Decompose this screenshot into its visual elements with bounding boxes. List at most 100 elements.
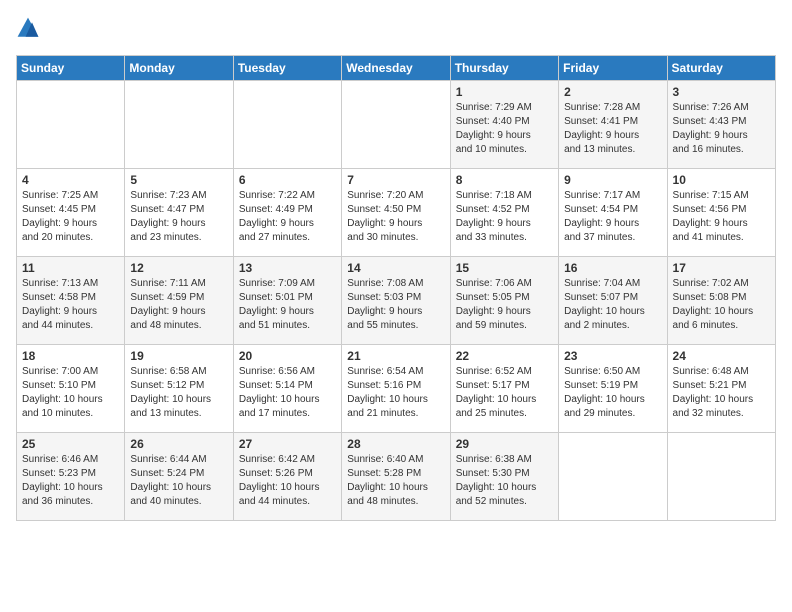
- day-number: 1: [456, 85, 553, 99]
- day-number: 18: [22, 349, 119, 363]
- calendar-cell: 19 Sunrise: 6:58 AM Sunset: 5:12 PM Dayli…: [125, 345, 233, 433]
- day-number: 9: [564, 173, 661, 187]
- day-number: 17: [673, 261, 770, 275]
- calendar-cell: 27 Sunrise: 6:42 AM Sunset: 5:26 PM Dayli…: [233, 433, 341, 521]
- calendar-cell: 26Sunrise: 6:44 AM Sunset: 5:24 PM Dayli…: [125, 433, 233, 521]
- day-info: Sunrise: 7:25 AM Sunset: 4:45 PM Dayligh…: [22, 189, 119, 245]
- day-info: Sunrise: 7:09 AM Sunset: 5:01 PM Dayligh…: [239, 277, 336, 333]
- week-row-5: 25 Sunrise: 6:46 AM Sunset: 5:23 PM Dayli…: [17, 433, 776, 521]
- day-number: 19: [130, 349, 227, 363]
- day-info: Sunrise: 6:54 AM Sunset: 5:16 PM Dayligh…: [347, 365, 444, 421]
- day-info: Sunrise: 7:08 AM Sunset: 5:03 PM Dayligh…: [347, 277, 444, 333]
- day-info: Sunrise: 7:13 AM Sunset: 4:58 PM Dayligh…: [22, 277, 119, 333]
- day-info: Sunrise: 6:42 AM Sunset: 5:26 PM Dayligh…: [239, 453, 336, 509]
- day-info: Sunrise: 7:17 AM Sunset: 4:54 PM Dayligh…: [564, 189, 661, 245]
- day-number: 3: [673, 85, 770, 99]
- day-info: Sunrise: 7:15 AM Sunset: 4:56 PM Dayligh…: [673, 189, 770, 245]
- calendar-cell: [17, 81, 125, 169]
- calendar-cell: 16 Sunrise: 7:04 AM Sunset: 5:07 PM Dayli…: [559, 257, 667, 345]
- calendar-cell: 6Sunrise: 7:22 AM Sunset: 4:49 PM Daylig…: [233, 169, 341, 257]
- day-number: 24: [673, 349, 770, 363]
- day-header-wednesday: Wednesday: [342, 56, 450, 81]
- day-number: 4: [22, 173, 119, 187]
- calendar-cell: [667, 433, 775, 521]
- week-row-3: 11 Sunrise: 7:13 AM Sunset: 4:58 PM Dayli…: [17, 257, 776, 345]
- day-number: 8: [456, 173, 553, 187]
- day-info: Sunrise: 7:29 AM Sunset: 4:40 PM Dayligh…: [456, 101, 553, 157]
- day-number: 13: [239, 261, 336, 275]
- day-number: 12: [130, 261, 227, 275]
- day-info: Sunrise: 7:22 AM Sunset: 4:49 PM Dayligh…: [239, 189, 336, 245]
- calendar-cell: 24 Sunrise: 6:48 AM Sunset: 5:21 PM Dayli…: [667, 345, 775, 433]
- day-info: Sunrise: 7:06 AM Sunset: 5:05 PM Dayligh…: [456, 277, 553, 333]
- day-number: 16: [564, 261, 661, 275]
- logo-icon: [16, 16, 40, 40]
- calendar-cell: [342, 81, 450, 169]
- day-info: Sunrise: 6:58 AM Sunset: 5:12 PM Dayligh…: [130, 365, 227, 421]
- day-header-saturday: Saturday: [667, 56, 775, 81]
- calendar-cell: 28Sunrise: 6:40 AM Sunset: 5:28 PM Dayli…: [342, 433, 450, 521]
- day-header-sunday: Sunday: [17, 56, 125, 81]
- day-number: 5: [130, 173, 227, 187]
- day-info: Sunrise: 7:18 AM Sunset: 4:52 PM Dayligh…: [456, 189, 553, 245]
- logo: [16, 16, 44, 45]
- calendar-cell: 14 Sunrise: 7:08 AM Sunset: 5:03 PM Dayli…: [342, 257, 450, 345]
- calendar-cell: 4 Sunrise: 7:25 AM Sunset: 4:45 PM Daylig…: [17, 169, 125, 257]
- day-info: Sunrise: 6:38 AM Sunset: 5:30 PM Dayligh…: [456, 453, 553, 509]
- day-number: 10: [673, 173, 770, 187]
- day-number: 23: [564, 349, 661, 363]
- day-info: Sunrise: 6:44 AM Sunset: 5:24 PM Dayligh…: [130, 453, 227, 509]
- day-number: 14: [347, 261, 444, 275]
- calendar-cell: 10 Sunrise: 7:15 AM Sunset: 4:56 PM Dayli…: [667, 169, 775, 257]
- day-number: 20: [239, 349, 336, 363]
- day-number: 11: [22, 261, 119, 275]
- calendar-cell: 9 Sunrise: 7:17 AM Sunset: 4:54 PM Daylig…: [559, 169, 667, 257]
- day-header-thursday: Thursday: [450, 56, 558, 81]
- day-info: Sunrise: 7:00 AM Sunset: 5:10 PM Dayligh…: [22, 365, 119, 421]
- calendar-cell: 1 Sunrise: 7:29 AM Sunset: 4:40 PM Daylig…: [450, 81, 558, 169]
- day-info: Sunrise: 7:04 AM Sunset: 5:07 PM Dayligh…: [564, 277, 661, 333]
- calendar-cell: 11 Sunrise: 7:13 AM Sunset: 4:58 PM Dayli…: [17, 257, 125, 345]
- day-number: 25: [22, 437, 119, 451]
- day-info: Sunrise: 6:50 AM Sunset: 5:19 PM Dayligh…: [564, 365, 661, 421]
- calendar-cell: [233, 81, 341, 169]
- calendar-cell: 8 Sunrise: 7:18 AM Sunset: 4:52 PM Daylig…: [450, 169, 558, 257]
- calendar-cell: 25 Sunrise: 6:46 AM Sunset: 5:23 PM Dayli…: [17, 433, 125, 521]
- calendar-cell: 23 Sunrise: 6:50 AM Sunset: 5:19 PM Dayli…: [559, 345, 667, 433]
- week-row-4: 18 Sunrise: 7:00 AM Sunset: 5:10 PM Dayli…: [17, 345, 776, 433]
- calendar-cell: [559, 433, 667, 521]
- calendar-cell: 21 Sunrise: 6:54 AM Sunset: 5:16 PM Dayli…: [342, 345, 450, 433]
- calendar-cell: 17 Sunrise: 7:02 AM Sunset: 5:08 PM Dayli…: [667, 257, 775, 345]
- day-header-tuesday: Tuesday: [233, 56, 341, 81]
- day-info: Sunrise: 6:56 AM Sunset: 5:14 PM Dayligh…: [239, 365, 336, 421]
- day-number: 21: [347, 349, 444, 363]
- calendar-table: SundayMondayTuesdayWednesdayThursdayFrid…: [16, 55, 776, 521]
- day-info: Sunrise: 6:48 AM Sunset: 5:21 PM Dayligh…: [673, 365, 770, 421]
- day-info: Sunrise: 6:40 AM Sunset: 5:28 PM Dayligh…: [347, 453, 444, 509]
- day-info: Sunrise: 6:46 AM Sunset: 5:23 PM Dayligh…: [22, 453, 119, 509]
- calendar-cell: 18 Sunrise: 7:00 AM Sunset: 5:10 PM Dayli…: [17, 345, 125, 433]
- day-info: Sunrise: 7:23 AM Sunset: 4:47 PM Dayligh…: [130, 189, 227, 245]
- day-header-monday: Monday: [125, 56, 233, 81]
- calendar-cell: 15 Sunrise: 7:06 AM Sunset: 5:05 PM Dayli…: [450, 257, 558, 345]
- day-info: Sunrise: 7:02 AM Sunset: 5:08 PM Dayligh…: [673, 277, 770, 333]
- day-info: Sunrise: 7:11 AM Sunset: 4:59 PM Dayligh…: [130, 277, 227, 333]
- day-number: 29: [456, 437, 553, 451]
- day-info: Sunrise: 7:28 AM Sunset: 4:41 PM Dayligh…: [564, 101, 661, 157]
- calendar-cell: 2 Sunrise: 7:28 AM Sunset: 4:41 PM Daylig…: [559, 81, 667, 169]
- day-info: Sunrise: 6:52 AM Sunset: 5:17 PM Dayligh…: [456, 365, 553, 421]
- days-header-row: SundayMondayTuesdayWednesdayThursdayFrid…: [17, 56, 776, 81]
- week-row-2: 4 Sunrise: 7:25 AM Sunset: 4:45 PM Daylig…: [17, 169, 776, 257]
- day-number: 22: [456, 349, 553, 363]
- calendar-cell: 3 Sunrise: 7:26 AM Sunset: 4:43 PM Daylig…: [667, 81, 775, 169]
- day-number: 2: [564, 85, 661, 99]
- day-info: Sunrise: 7:20 AM Sunset: 4:50 PM Dayligh…: [347, 189, 444, 245]
- day-number: 15: [456, 261, 553, 275]
- page-header: [16, 16, 776, 45]
- day-info: Sunrise: 7:26 AM Sunset: 4:43 PM Dayligh…: [673, 101, 770, 157]
- calendar-cell: 7Sunrise: 7:20 AM Sunset: 4:50 PM Daylig…: [342, 169, 450, 257]
- day-number: 27: [239, 437, 336, 451]
- calendar-cell: [125, 81, 233, 169]
- calendar-cell: 20 Sunrise: 6:56 AM Sunset: 5:14 PM Dayli…: [233, 345, 341, 433]
- calendar-cell: 12 Sunrise: 7:11 AM Sunset: 4:59 PM Dayli…: [125, 257, 233, 345]
